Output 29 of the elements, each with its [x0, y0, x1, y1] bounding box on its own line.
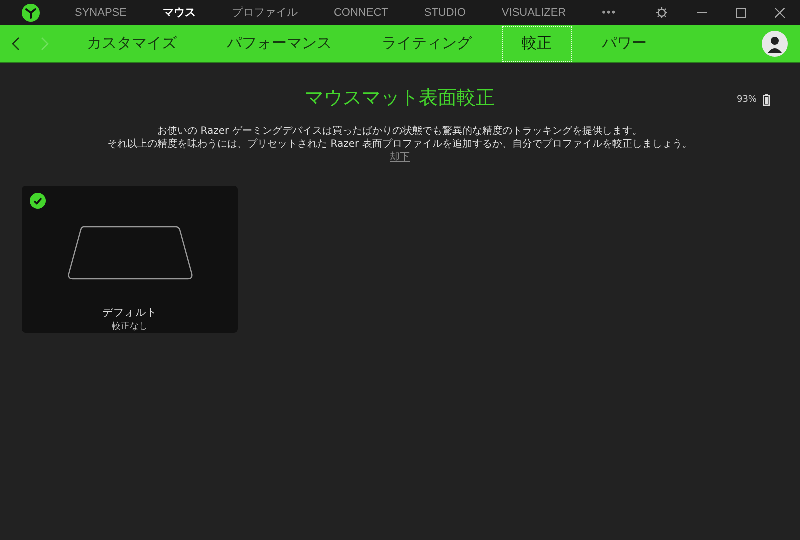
avatar-icon[interactable]: [762, 30, 788, 56]
mousepad-icon: [68, 226, 192, 280]
nav-tab[interactable]: プロファイル: [218, 5, 311, 20]
description-text: お使いの Razer ゲーミングデバイスは買ったばかりの状態でも驚異的な精度のトラッキングを提供します。: [158, 125, 642, 138]
more-button[interactable]: •••: [589, 6, 630, 18]
tab[interactable]: パフォーマンス: [207, 26, 352, 62]
battery-reading: 93%: [736, 95, 757, 105]
logo-icon: [22, 4, 40, 22]
tab[interactable]: 較正: [502, 26, 572, 62]
back-icon[interactable]: [12, 36, 20, 50]
nav-tab[interactable]: STUDIO: [411, 6, 479, 18]
page-title: マウスマット表面較正: [305, 86, 495, 111]
close-icon[interactable]: [775, 8, 785, 18]
minimize-icon[interactable]: [697, 12, 707, 14]
surface-card[interactable]: デフォルト 較正なし: [22, 186, 238, 333]
battery-icon: [763, 94, 770, 106]
nav-tab[interactable]: マウス: [150, 5, 209, 20]
nav-tab[interactable]: CONNECT: [320, 6, 402, 18]
nav-tab[interactable]: SYNAPSE: [62, 6, 140, 18]
surface-name: デフォルト: [102, 306, 158, 320]
description-text: それ以上の精度を味わうには、プリセットされた Razer 表面プロファイルを追加するか、自分でプロファイルを較正しましょう。: [108, 138, 692, 151]
settings-icon[interactable]: [656, 6, 668, 18]
maximize-icon[interactable]: [736, 8, 746, 18]
surface-status: 較正なし: [112, 320, 148, 333]
tab[interactable]: カスタマイズ: [67, 26, 197, 62]
tab[interactable]: ライティング: [362, 26, 492, 62]
nav-tab[interactable]: VISUALIZER: [488, 6, 580, 18]
dismiss-link[interactable]: 却下: [390, 151, 410, 164]
tab[interactable]: パワー: [582, 26, 667, 62]
